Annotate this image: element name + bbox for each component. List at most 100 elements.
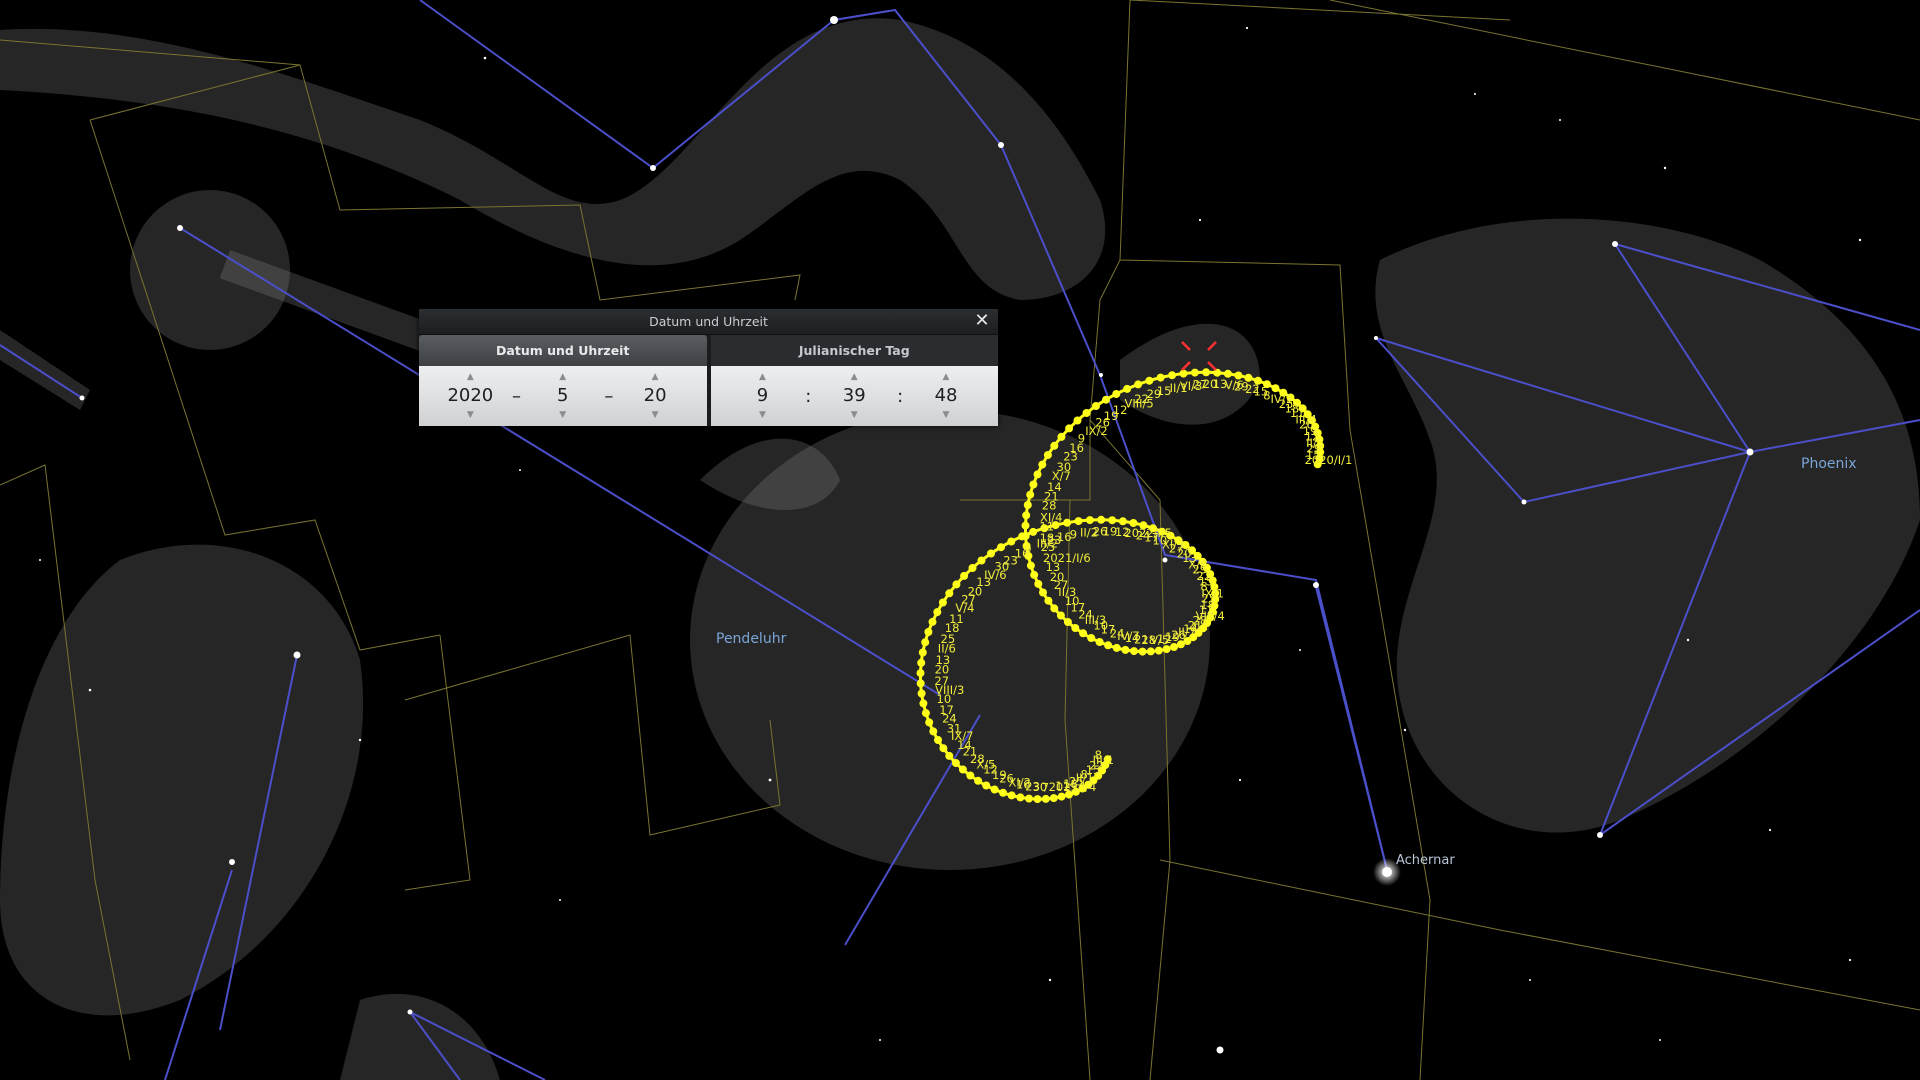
ephemeris-point[interactable] (1063, 618, 1072, 626)
ephemeris-point[interactable] (1007, 537, 1016, 546)
ephemeris-point[interactable] (1085, 516, 1094, 525)
ephemeris-point[interactable] (1065, 424, 1074, 433)
ephemeris-point[interactable] (1138, 647, 1147, 656)
second-spinbox[interactable]: ▲ 48 ▼ (921, 372, 971, 420)
minute-down-arrow-icon[interactable]: ▼ (851, 410, 858, 420)
ephemeris-point[interactable] (1156, 373, 1165, 382)
ephemeris-point[interactable] (997, 543, 1005, 552)
ephemeris-point[interactable] (1092, 402, 1100, 410)
ephemeris-point[interactable] (925, 718, 934, 727)
day-value[interactable]: 20 (644, 382, 667, 410)
ephemeris-point[interactable] (938, 598, 947, 607)
ephemeris-point[interactable] (1030, 570, 1039, 579)
ephemeris-point[interactable] (1104, 641, 1113, 650)
ephemeris-point[interactable] (1071, 624, 1080, 632)
close-icon[interactable]: ✕ (972, 311, 992, 331)
ephemeris-point[interactable] (1026, 490, 1035, 499)
ephemeris-point[interactable] (1112, 643, 1121, 652)
month-down-arrow-icon[interactable]: ▼ (559, 410, 566, 420)
hour-value[interactable]: 9 (757, 382, 768, 410)
hour-down-arrow-icon[interactable]: ▼ (759, 410, 766, 420)
ephemeris-point[interactable] (916, 679, 925, 688)
star-achernar[interactable] (1382, 867, 1392, 877)
ephemeris-point[interactable] (1041, 794, 1050, 803)
ephemeris-point[interactable] (1123, 384, 1132, 393)
ephemeris-point[interactable] (1033, 470, 1042, 479)
second-down-arrow-icon[interactable]: ▼ (943, 410, 950, 420)
second-up-arrow-icon[interactable]: ▲ (943, 372, 950, 382)
day-spinbox[interactable]: ▲ 20 ▼ (630, 372, 680, 420)
minute-spinbox[interactable]: ▲ 39 ▼ (829, 372, 879, 420)
ephemeris-point[interactable] (924, 628, 933, 636)
ephemeris-point[interactable] (977, 556, 986, 565)
ephemeris-point[interactable] (917, 689, 926, 698)
year-up-arrow-icon[interactable]: ▲ (467, 372, 474, 382)
ephemeris-point[interactable] (1130, 647, 1138, 656)
ephemeris-point[interactable] (1145, 376, 1154, 385)
ephemeris-point[interactable] (1202, 368, 1211, 377)
ephemeris-point[interactable] (1043, 451, 1052, 459)
month-up-arrow-icon[interactable]: ▲ (559, 372, 566, 382)
tab-julianischer-tag[interactable]: Julianischer Tag (710, 335, 998, 366)
ephemeris-point[interactable] (999, 788, 1008, 797)
ephemeris-point[interactable] (1271, 384, 1280, 393)
ephemeris-point[interactable] (921, 709, 930, 718)
ephemeris-point[interactable] (1082, 409, 1091, 417)
hour-up-arrow-icon[interactable]: ▲ (759, 372, 766, 382)
star-chart[interactable]: Pendeluhr Phoenix Achernar 2020/I/11529I… (0, 0, 1920, 1080)
ephemeris-point[interactable] (1050, 441, 1059, 450)
year-value[interactable]: 2020 (447, 382, 493, 410)
ephemeris-point[interactable] (918, 648, 927, 657)
ephemeris-point[interactable] (1112, 390, 1121, 398)
ephemeris-point[interactable] (1029, 527, 1038, 536)
ephemeris-point[interactable] (958, 765, 967, 774)
ephemeris-point[interactable] (1168, 371, 1177, 380)
ephemeris-point[interactable] (1039, 588, 1047, 597)
month-value[interactable]: 5 (557, 382, 568, 410)
ephemeris-point[interactable] (933, 608, 942, 617)
ephemeris-point[interactable] (928, 617, 937, 626)
ephemeris-point[interactable] (921, 638, 930, 647)
ephemeris-point[interactable] (1121, 645, 1130, 654)
ephemeris-point[interactable] (1108, 516, 1117, 525)
ephemeris-point[interactable] (1018, 532, 1027, 541)
day-down-arrow-icon[interactable]: ▼ (652, 410, 659, 420)
ephemeris-point[interactable] (990, 785, 999, 794)
ephemeris-point[interactable] (945, 589, 954, 598)
minute-value[interactable]: 39 (843, 382, 866, 410)
ephemeris-point[interactable] (1050, 604, 1059, 613)
dialog-titlebar[interactable]: Datum und Uhrzeit ✕ (419, 309, 998, 335)
ephemeris-point[interactable] (1021, 521, 1030, 530)
ephemeris-point[interactable] (919, 699, 928, 708)
ephemeris-point[interactable] (1134, 380, 1143, 389)
ephemeris-point[interactable] (1016, 793, 1025, 802)
year-down-arrow-icon[interactable]: ▼ (467, 410, 474, 420)
month-spinbox[interactable]: ▲ 5 ▼ (538, 372, 588, 420)
ephemeris-point[interactable] (1079, 629, 1088, 638)
ephemeris-point[interactable] (1095, 638, 1104, 646)
ephemeris-point[interactable] (952, 580, 961, 589)
hour-spinbox[interactable]: ▲ 9 ▼ (737, 372, 787, 420)
ephemeris-point[interactable] (1190, 368, 1199, 377)
ephemeris-point[interactable] (1034, 579, 1043, 588)
ephemeris-point[interactable] (1154, 646, 1163, 655)
day-up-arrow-icon[interactable]: ▲ (652, 372, 659, 382)
ephemeris-point[interactable] (1049, 794, 1058, 803)
ephemeris-point[interactable] (1029, 480, 1038, 489)
ephemeris-point[interactable] (1044, 596, 1053, 605)
ephemeris-point[interactable] (1026, 561, 1035, 570)
ephemeris-point[interactable] (1073, 416, 1082, 425)
ephemeris-point[interactable] (1179, 369, 1188, 378)
ephemeris-point[interactable] (1022, 511, 1031, 520)
ephemeris-point[interactable] (1038, 460, 1047, 469)
ephemeris-point[interactable] (1023, 501, 1032, 509)
second-value[interactable]: 48 (935, 382, 958, 410)
ephemeris-point[interactable] (1087, 634, 1096, 642)
ephemeris-point[interactable] (917, 658, 926, 667)
ephemeris-point[interactable] (1074, 517, 1083, 526)
ephemeris-point[interactable] (929, 727, 938, 736)
ephemeris-point[interactable] (987, 549, 995, 558)
ephemeris-point[interactable] (1025, 794, 1033, 803)
ephemeris-point[interactable] (968, 564, 977, 572)
ephemeris-point[interactable] (951, 759, 960, 767)
